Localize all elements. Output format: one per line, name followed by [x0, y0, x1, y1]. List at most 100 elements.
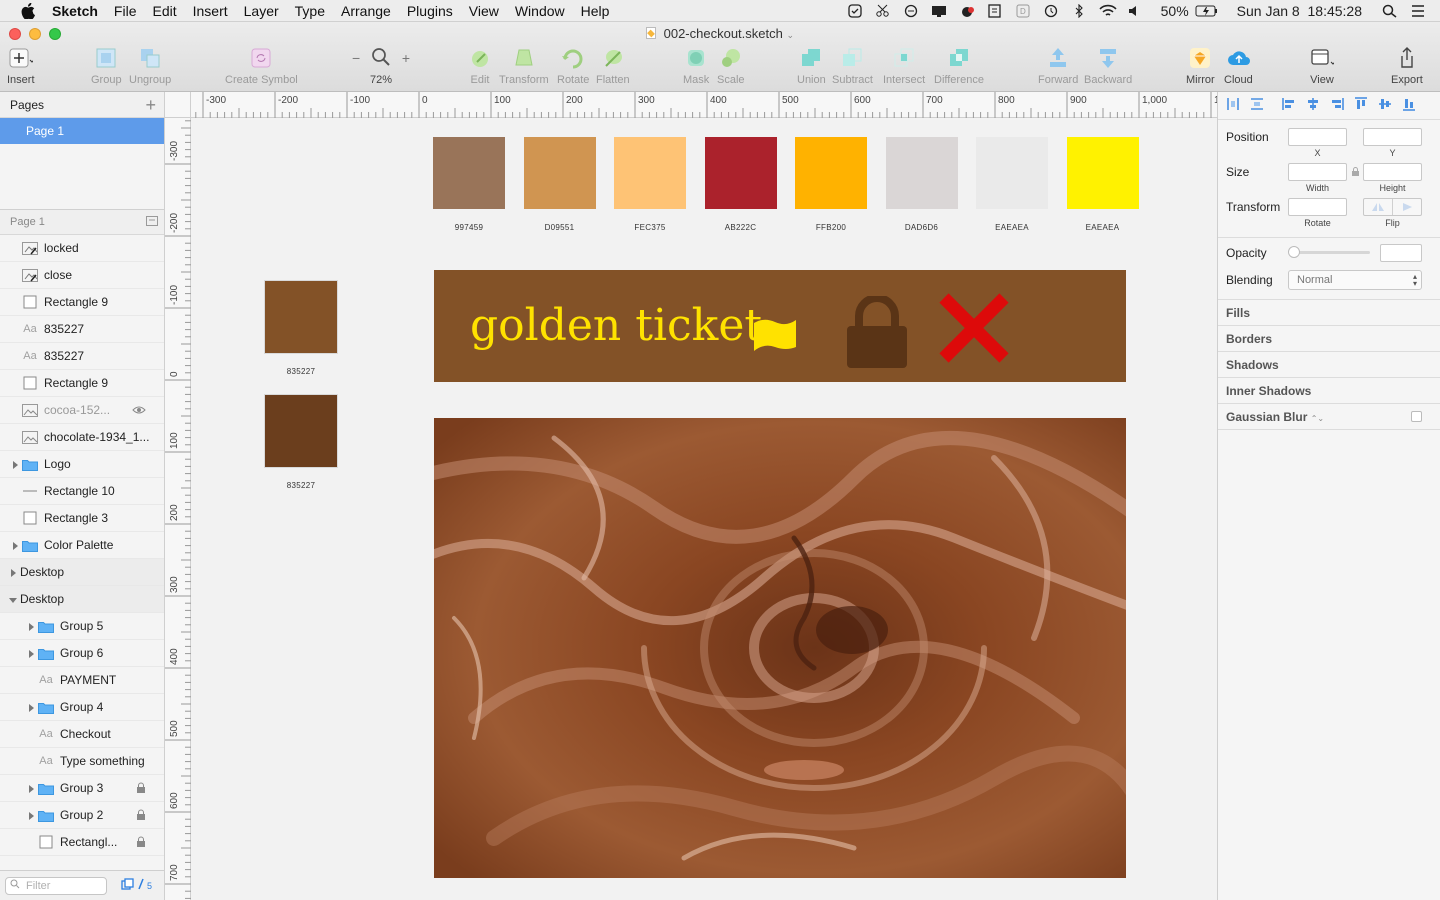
- menu-app-name[interactable]: Sketch: [44, 3, 106, 19]
- edit-button[interactable]: Edit: [468, 46, 492, 86]
- rotate-input[interactable]: [1288, 198, 1347, 216]
- keyboard-icon[interactable]: D: [1015, 4, 1031, 18]
- battery-icon[interactable]: [1195, 4, 1219, 18]
- transform-button[interactable]: Transform: [499, 46, 549, 86]
- align-middle-icon[interactable]: [1378, 97, 1392, 114]
- backward-button[interactable]: Backward: [1084, 46, 1132, 86]
- color-swatch[interactable]: [885, 137, 958, 209]
- close-icon[interactable]: [938, 292, 1010, 369]
- time-machine-icon[interactable]: [1043, 4, 1059, 18]
- lock-icon[interactable]: [136, 782, 146, 797]
- ungroup-button[interactable]: Ungroup: [129, 46, 171, 86]
- menu-window[interactable]: Window: [507, 3, 573, 19]
- rotate-button[interactable]: Rotate: [557, 46, 589, 86]
- position-y-input[interactable]: [1363, 128, 1422, 146]
- color-swatch[interactable]: [976, 137, 1048, 209]
- layer-types-icon[interactable]: [121, 877, 135, 895]
- align-bottom-icon[interactable]: [1402, 97, 1416, 114]
- menu-layer[interactable]: Layer: [236, 3, 287, 19]
- disclosure-closed-icon[interactable]: [26, 621, 36, 631]
- borders-section[interactable]: Borders: [1226, 332, 1272, 346]
- wifi-icon[interactable]: [1099, 4, 1117, 18]
- export-button[interactable]: Export: [1391, 46, 1423, 86]
- lock-icon[interactable]: [136, 809, 146, 824]
- color-swatch[interactable]: [795, 137, 867, 209]
- layer-row[interactable]: chocolate-1934_1...: [0, 424, 164, 451]
- menu-help[interactable]: Help: [573, 3, 618, 19]
- layer-row[interactable]: Desktop: [0, 559, 164, 586]
- menu-insert[interactable]: Insert: [185, 3, 236, 19]
- distribute-vertical-icon[interactable]: [1250, 97, 1264, 114]
- blur-type-chevron-icon[interactable]: ⌃⌄: [1311, 414, 1324, 423]
- bluetooth-icon[interactable]: [1071, 3, 1087, 19]
- add-page-icon[interactable]: +: [145, 96, 156, 114]
- layer-row[interactable]: Group 3: [0, 775, 164, 802]
- zoom-in-button[interactable]: +: [402, 50, 410, 66]
- blending-select[interactable]: Normal ▴ ▾: [1288, 270, 1422, 290]
- height-input[interactable]: [1363, 163, 1422, 181]
- shadows-section[interactable]: Shadows: [1226, 358, 1279, 372]
- menu-view[interactable]: View: [461, 3, 507, 19]
- color-swatch[interactable]: [265, 281, 337, 353]
- notification-center-icon[interactable]: [1410, 4, 1426, 18]
- layer-row[interactable]: Aa 835227: [0, 316, 164, 343]
- align-top-icon[interactable]: [1354, 97, 1368, 114]
- mask-button[interactable]: Mask: [683, 46, 709, 86]
- align-right-icon[interactable]: [1330, 97, 1344, 114]
- page-item-page-1[interactable]: Page 1: [0, 118, 164, 144]
- flip-vertical-button[interactable]: [1393, 199, 1421, 215]
- opacity-input[interactable]: [1380, 244, 1422, 262]
- color-swatch[interactable]: [265, 395, 337, 467]
- flatten-button[interactable]: Flatten: [596, 46, 630, 86]
- flag-icon[interactable]: [752, 317, 798, 358]
- checkbox-status-icon[interactable]: [847, 4, 863, 18]
- creative-cloud-icon[interactable]: [959, 4, 975, 18]
- subtract-button[interactable]: Subtract: [832, 46, 873, 86]
- layer-row[interactable]: Aa Type something: [0, 748, 164, 775]
- layer-row[interactable]: close: [0, 262, 164, 289]
- vertical-ruler[interactable]: -300 -200 -100 0 100 200 300 400 500 600 700: [165, 118, 191, 900]
- chevron-down-icon[interactable]: ⌄: [786, 30, 794, 40]
- zoom-out-button[interactable]: −: [352, 50, 360, 66]
- create-symbol-button[interactable]: Create Symbol: [225, 46, 298, 86]
- insert-button[interactable]: Insert: [7, 46, 35, 86]
- layer-row[interactable]: Aa PAYMENT: [0, 667, 164, 694]
- apple-menu-icon[interactable]: [18, 0, 38, 22]
- color-swatch[interactable]: [614, 137, 686, 209]
- cloud-button[interactable]: Cloud: [1224, 46, 1253, 86]
- battery-percent[interactable]: 50%: [1161, 3, 1189, 19]
- layer-row[interactable]: Group 5: [0, 613, 164, 640]
- position-x-input[interactable]: [1288, 128, 1347, 146]
- color-swatch[interactable]: [1066, 137, 1139, 209]
- menu-edit[interactable]: Edit: [144, 3, 184, 19]
- opacity-slider-knob[interactable]: [1288, 246, 1300, 258]
- lock-icon[interactable]: [846, 294, 908, 373]
- color-swatch[interactable]: [704, 137, 777, 209]
- golden-ticket-banner[interactable]: golden ticket: [434, 270, 1126, 382]
- layer-row[interactable]: Aa 835227: [0, 343, 164, 370]
- distribute-horizontal-icon[interactable]: [1226, 97, 1240, 114]
- disclosure-closed-icon[interactable]: [26, 783, 36, 793]
- inner-shadows-section[interactable]: Inner Shadows: [1226, 384, 1311, 398]
- width-input[interactable]: [1288, 163, 1347, 181]
- difference-button[interactable]: Difference: [934, 46, 984, 86]
- gaussian-blur-checkbox[interactable]: [1411, 411, 1422, 422]
- intersect-button[interactable]: Intersect: [883, 46, 925, 86]
- pen-icon[interactable]: [137, 877, 145, 895]
- flip-horizontal-button[interactable]: [1364, 199, 1393, 215]
- disclosure-closed-icon[interactable]: [8, 567, 18, 577]
- filter-input[interactable]: Filter: [5, 876, 107, 895]
- notes-icon[interactable]: [987, 4, 1003, 18]
- eye-icon[interactable]: [132, 404, 146, 418]
- display-icon[interactable]: [931, 4, 947, 18]
- mirror-button[interactable]: Mirror: [1186, 46, 1215, 86]
- color-swatch[interactable]: [433, 137, 505, 209]
- layer-row[interactable]: cocoa-152...: [0, 397, 164, 424]
- layer-row[interactable]: Rectangle 9: [0, 289, 164, 316]
- timer-icon[interactable]: [903, 4, 919, 18]
- color-swatch[interactable]: [523, 137, 596, 209]
- scale-button[interactable]: Scale: [717, 46, 745, 86]
- lock-icon[interactable]: [136, 836, 146, 851]
- clock[interactable]: Sun Jan 8 18:45:28: [1237, 3, 1362, 19]
- constrain-proportions-lock-icon[interactable]: [1351, 166, 1360, 180]
